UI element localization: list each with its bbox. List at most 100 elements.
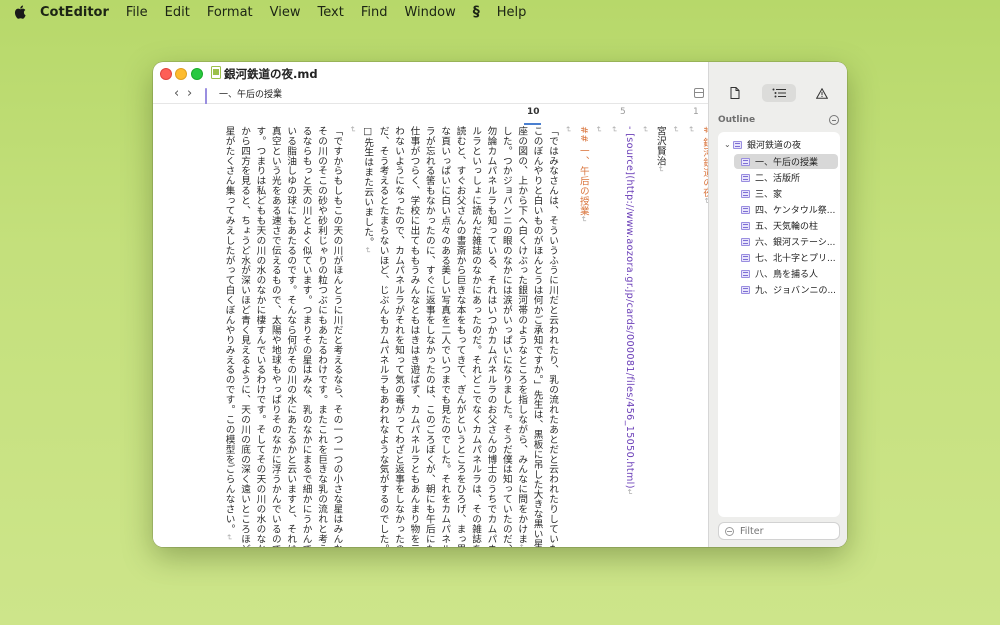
collapse-outline-icon[interactable] [829,115,839,125]
newline-marker-icon: ↵ [671,126,681,134]
text-line: ルラといっしょに読んだ雑誌のなかにあったのだ。それどこでなくカムパネルラは、その… [468,126,482,547]
outline-heading-icon [741,173,750,182]
text-line: 勿論カムパネルラも知っている、それはいつかカムパネルラのお父さんの博士のうちでカ… [483,126,497,547]
updown-chevron-icon[interactable]: ⇕ [274,87,281,96]
current-line-indicator [524,123,541,125]
outline-item[interactable]: 四、ケンタウル祭... [734,202,838,217]
outline-heading-icon [741,221,750,230]
outline-item[interactable]: 七、北十字とプリ... [734,250,838,265]
text-line: ↵ [560,126,574,133]
newline-marker-icon: ↵ [686,126,696,134]
text-line-content: ルラといっしょに読んだ雑誌のなかにあったのだ。それどこでなくカムパネルラは、その… [470,126,481,547]
outline-item-label: 二、活版所 [755,174,801,184]
text-line: 座の図の、上から下へ白くけぶった銀河帯のようなところを指しながら、みんなに問をか… [514,126,528,547]
text-line: 読むと、すぐお父さんの書斎から巨きな本をもってきて、ぎんがというところをひろげ、… [453,126,467,547]
outline-title: Outline [718,115,756,125]
outline-filter[interactable] [718,522,840,540]
outline-root-label: 銀河鉄道の夜 [747,141,802,151]
outline-heading-icon [741,253,750,262]
text-line: ↵ [684,126,698,133]
text-line-content: 勿論カムパネルラも知っている、それはいつかカムパネルラのお父さんの博士のうちでカ… [485,126,497,547]
outline-item[interactable]: 六、銀河ステーシ... [734,234,838,249]
text-line-content: な頁いっぱいに白い点々のある美しい写真を二人でいつまでも見たのでした。それをカム… [439,126,451,547]
outline-item[interactable]: 二、活版所 [734,170,838,185]
ruler-label-5: 5 [620,107,626,117]
text-line-content: - [source](http://www.aozora.gr.jp/cards… [624,126,635,489]
menu-find[interactable]: Find [361,5,388,20]
text-line-content: 読むと、すぐお父さんの書斎から巨きな本をもってきて、ぎんがというところをひろげ、… [454,126,466,547]
forward-chevron-icon[interactable]: › [187,86,192,101]
text-line: いる脂油しゆの球にもあたるのです。そんなら何がその川の水にあたるかと云いますと、… [283,126,297,547]
close-button[interactable] [160,68,172,80]
text-line: だ、そう考えるとたまらないほど、じぶんもカムパネルラもあわれなような気がするので… [376,126,390,547]
newline-marker-icon: ↵ [363,246,373,254]
text-line: から四方を見ると、ちょうど水が深いほど青く見えるように、天の川の底の深く遠いとこ… [237,126,251,547]
warnings-inspector-tab[interactable] [805,84,839,102]
outline-item[interactable]: 一、午后の授業 [734,154,838,169]
outline-heading-icon [733,140,742,149]
split-editor-icon[interactable] [694,88,704,98]
text-line: す。つまりは私どもも天の川の水のなかに棲すんでいるわけです。そしてその天の川の水… [252,126,266,547]
text-line-content: このぼんやりと白いものがほんとうは何かご承知ですか。」先生は、黒板に吊した大きな… [531,126,543,547]
disclosure-chevron-icon[interactable]: ⌄ [724,140,733,149]
text-line: ↵ [637,126,651,133]
menu-edit[interactable]: Edit [165,5,190,20]
text-line: 宮沢賢治↵ [653,126,667,173]
text-line: ↵ [345,126,359,133]
title-bar: 銀河鉄道の夜.md [153,62,708,84]
outline-heading-icon [741,189,750,198]
menu-file[interactable]: File [126,5,148,20]
newline-marker-icon: ↵ [563,126,573,134]
text-line: その川のそこの砂や砂利じゃりの粒つぶにもあたるわけです。またこれを巨きな乳の流れ… [314,126,328,547]
document-inspector-tab[interactable] [718,84,752,102]
outline-inspector-tab[interactable] [761,84,796,102]
menu-text[interactable]: Text [318,5,344,20]
menu-help[interactable]: Help [497,5,527,20]
navigation-bar: ‹ › 一、午后の授業 ⇕ [153,84,708,109]
newline-marker-icon: ↵ [347,126,357,134]
ruler-label-1: 1 [693,107,699,117]
menu-app-name[interactable]: CotEditor [40,5,109,20]
outline-menu-current[interactable]: 一、午后の授業 [219,87,282,100]
text-line: 仕事がつらく、学校に出てももうみんなともはきはき遊ばず、カムパネルラともあんまり… [406,126,420,547]
text-line: わないようになったので、カムパネルラがそれを知って気の毒がってわざと返事をしなか… [391,126,405,547]
text-line-content: るならもっと天の川とよく似ています。つまりその星はみな、乳のなかにまるで細かにう… [300,126,312,547]
newline-marker-icon: ↵ [517,544,526,547]
newline-marker-icon: ↵ [655,165,665,173]
menu-window[interactable]: Window [404,5,455,20]
newline-marker-icon: ↵ [594,126,604,134]
text-line: このぼんやりと白いものがほんとうは何かご承知ですか。」先生は、黒板に吊した大きな… [530,126,544,547]
menu-bar: CotEditor File Edit Format View Text Fin… [0,0,1000,24]
text-line: した。つかジョバンニの眼のなかには涙がいっぱいになりました。そうだ僕は知っていた… [499,126,513,547]
outline-item-label: 四、ケンタウル祭... [755,206,836,216]
outline-item-label: 六、銀河ステーシ... [755,238,836,248]
text-line-content: 真空という光をある速さで伝えるもので、太陽や地球もやっぱりそのなかに浮うかんでい… [269,126,281,547]
editor-window: 銀河鉄道の夜.md ‹ › 一、午后の授業 ⇕ 10 5 1 # 銀河鉄道の夜↵… [153,62,847,547]
text-line-content: 座の図の、上から下へ白くけぶった銀河帯のようなところを指しながら、みんなに問をか… [516,126,528,544]
back-chevron-icon[interactable]: ‹ [174,86,179,101]
text-line-content: わないようになったので、カムパネルラがそれを知って気の毒がってわざと返事をしなか… [393,126,404,547]
outline-root[interactable]: ⌄ 銀河鉄道の夜 [724,138,801,151]
zoom-button[interactable] [191,68,203,80]
menu-view[interactable]: View [270,5,301,20]
text-line: ## 一、午后の授業↵ [576,126,590,223]
outline-item-label: 一、午后の授業 [755,158,819,168]
menu-format[interactable]: Format [207,5,253,20]
minimize-button[interactable] [175,68,187,80]
text-line-content: ## 一、午后の授業 [577,126,589,216]
script-icon[interactable]: § [473,4,480,20]
filter-input[interactable] [740,525,830,537]
text-editor[interactable]: 10 5 1 # 銀河鉄道の夜↵ ↵ ↵ 宮沢賢治↵ ↵ - [source](http:… [153,104,708,547]
outline-heading-icon [741,269,750,278]
outline-item[interactable]: 三、家 [734,186,838,201]
newline-marker-icon: ↵ [224,533,234,542]
outline-item-label: 七、北十字とプリ... [755,254,836,264]
outline-item[interactable]: 八、鳥を捕る人 [734,266,838,281]
outline-item[interactable]: 五、天気輪の柱 [734,218,838,233]
outline-heading-icon [741,157,750,166]
outline-item[interactable]: 九、ジョバンニの... [734,282,838,297]
text-line-content: から四方を見ると、ちょうど水が深いほど青く見えるように、天の川の底の深く遠いとこ… [239,126,250,547]
apple-icon[interactable] [14,5,26,19]
text-line: ↵ [591,126,605,133]
text-line: - [source](http://www.aozora.gr.jp/cards… [622,126,636,496]
